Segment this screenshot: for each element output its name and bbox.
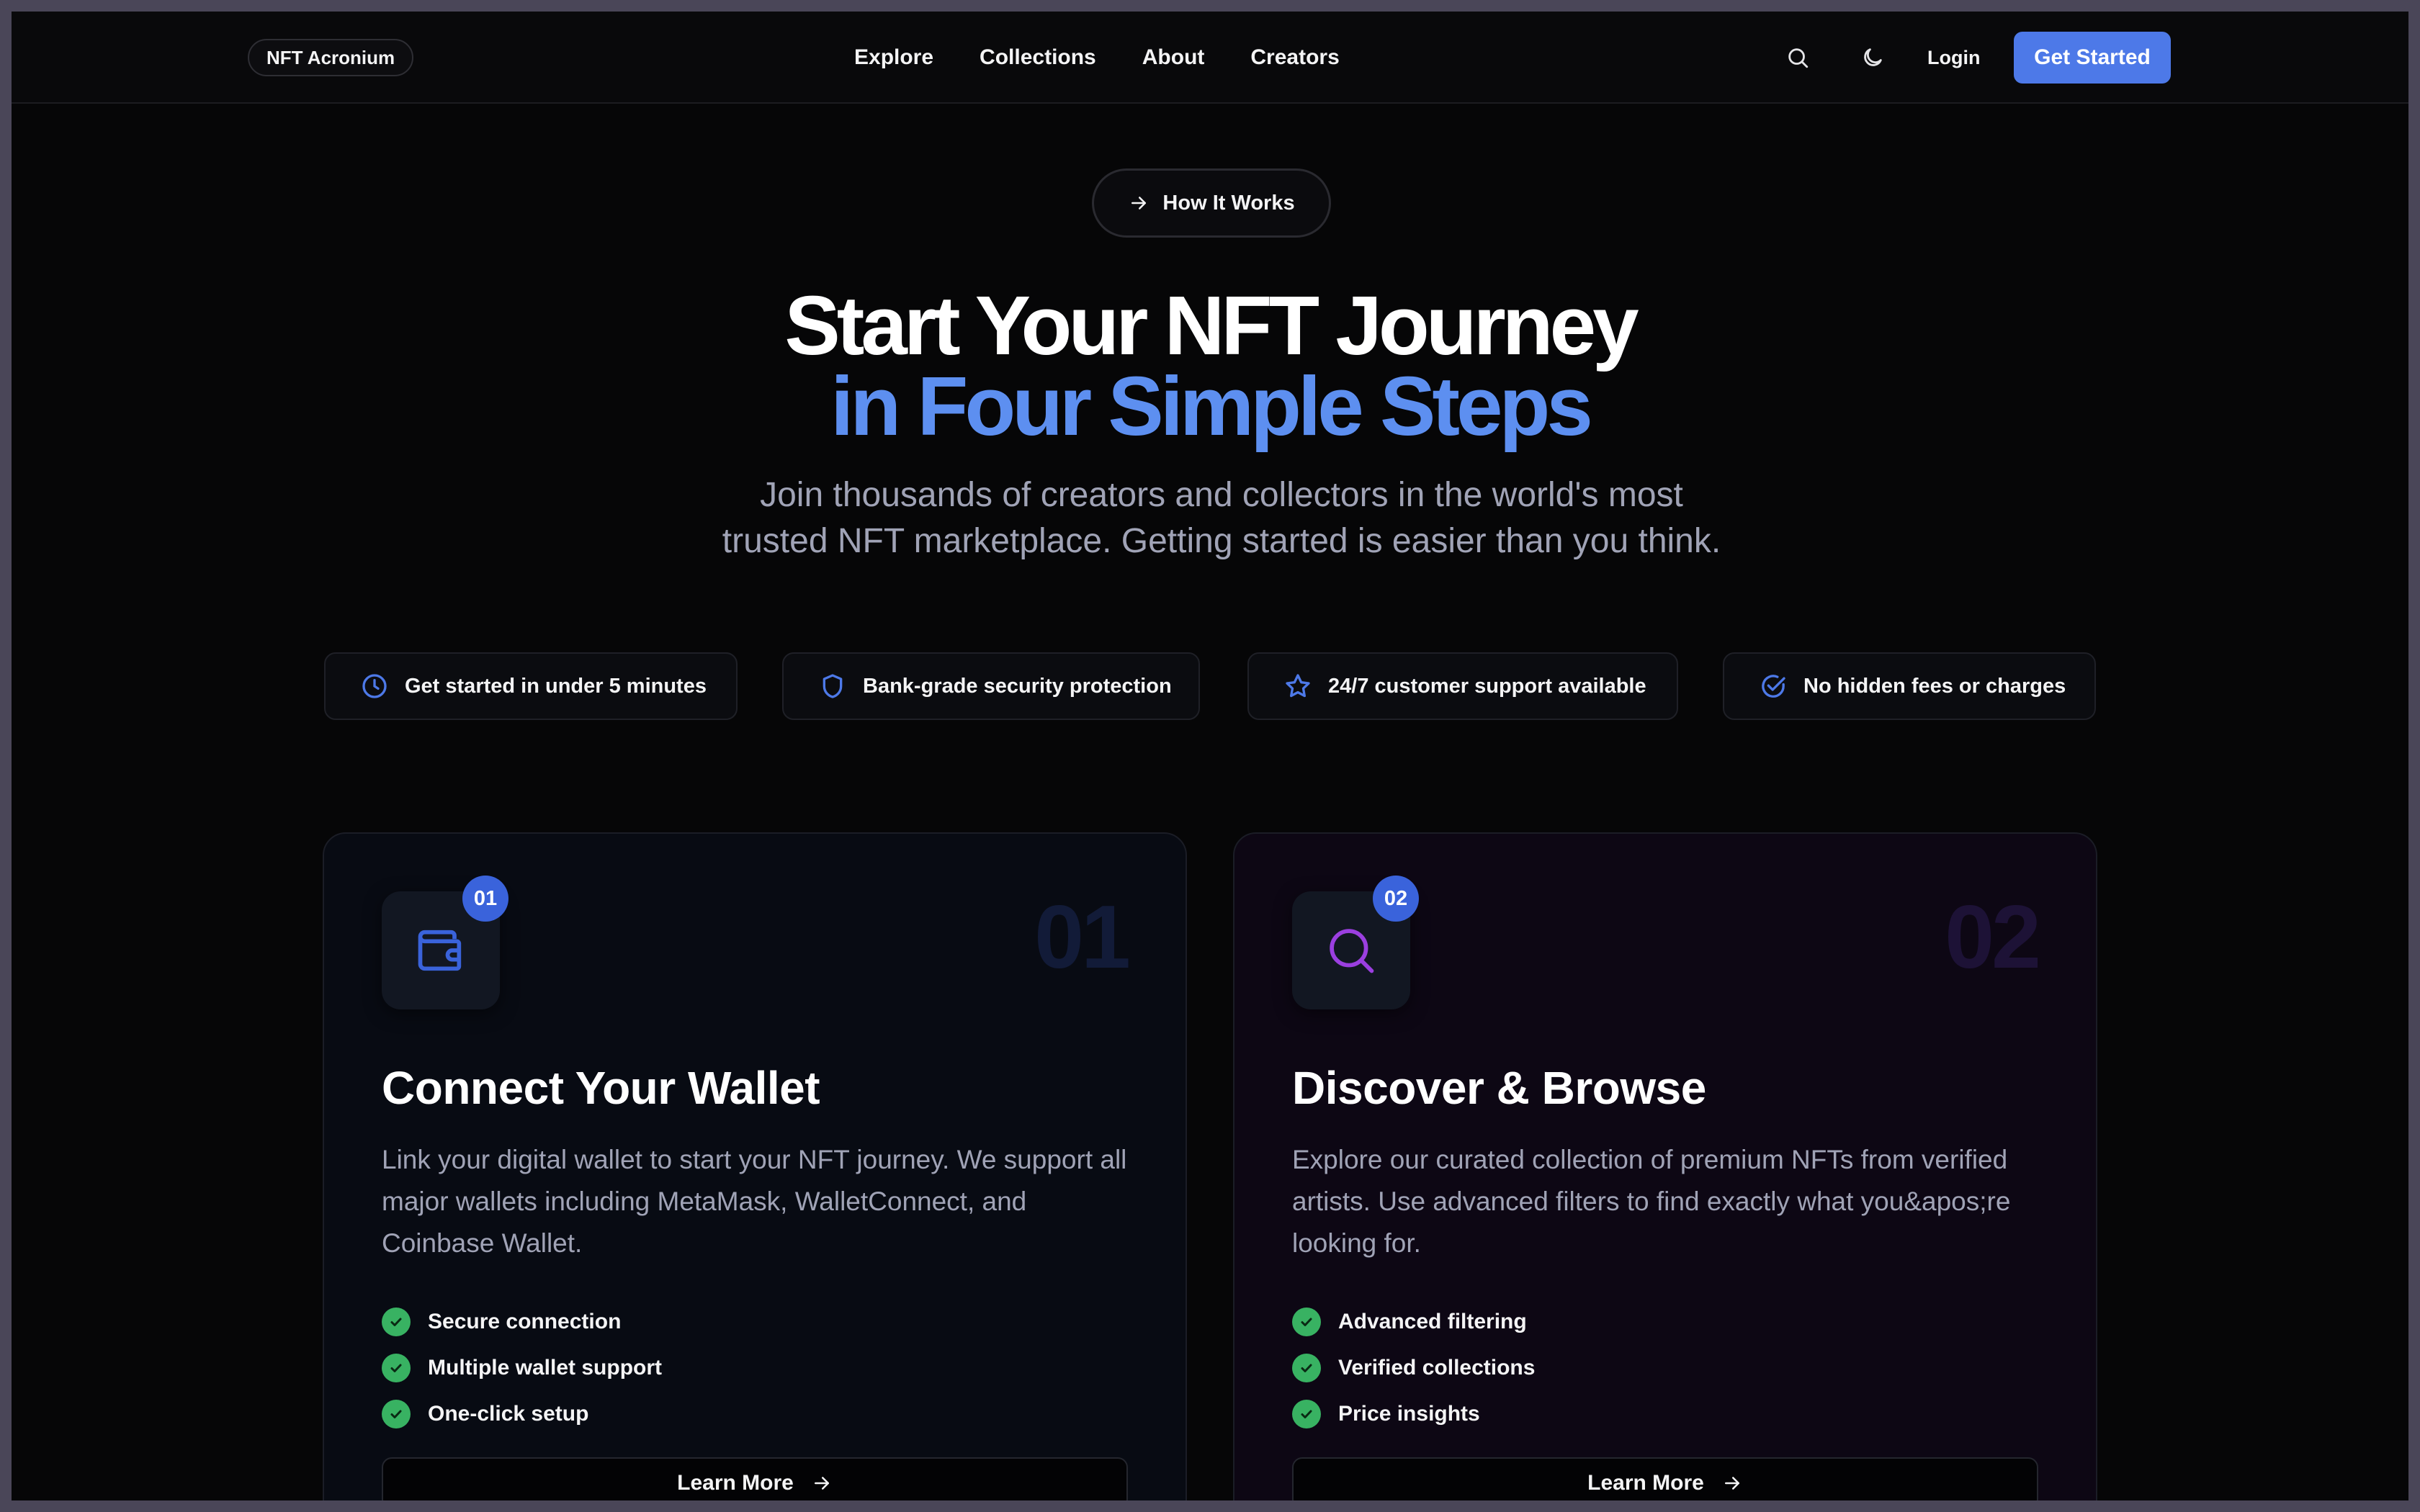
star-icon [1286, 674, 1310, 698]
shield-icon [823, 674, 843, 698]
step-title: Discover & Browse [1292, 1062, 1706, 1114]
clock-icon [362, 674, 387, 698]
pill-label: How It Works [1162, 191, 1295, 215]
check-label: Advanced filtering [1338, 1310, 1527, 1333]
arrow-right-icon [1131, 197, 1147, 210]
hero-subtitle-line2: trusted NFT marketplace. Getting started… [722, 522, 1721, 560]
nav-link-collections[interactable]: Collections [980, 45, 1096, 70]
list-item: Verified collections [1292, 1345, 1535, 1391]
navbar: NFT Acronium Explore Collections About C… [12, 12, 2408, 104]
check-icon [1292, 1354, 1321, 1382]
brand-logo[interactable]: NFT Acronium [248, 39, 414, 76]
step-badge: 02 [1373, 876, 1419, 922]
search-icon[interactable] [1783, 43, 1812, 72]
hero-title-line2: in Four Simple Steps [830, 359, 1593, 453]
list-item: Multiple wallet support [382, 1345, 662, 1391]
step-card-discover-browse: 02 02 Discover & Browse Explore our cura… [1233, 832, 2097, 1500]
learn-more-label: Learn More [1587, 1471, 1704, 1495]
check-icon [1292, 1308, 1321, 1336]
check-icon [382, 1400, 411, 1428]
list-item: One-click setup [382, 1391, 662, 1437]
arrow-right-icon [814, 1477, 829, 1490]
hero-subtitle-line1: Join thousands of creators and collector… [760, 476, 1683, 514]
step-badge: 01 [462, 876, 508, 922]
list-item: Secure connection [382, 1299, 662, 1345]
wallet-icon [418, 930, 462, 971]
moon-icon[interactable] [1858, 43, 1887, 72]
get-started-button[interactable]: Get Started [2014, 32, 2171, 84]
check-icon [382, 1308, 411, 1336]
how-it-works-pill[interactable]: How It Works [1092, 168, 1331, 238]
step-card-connect-wallet: 01 01 Connect Your Wallet Link your digi… [323, 832, 1187, 1500]
feature-chip-label: No hidden fees or charges [1803, 674, 2066, 698]
feature-chip-label: 24/7 customer support available [1328, 674, 1646, 698]
learn-more-label: Learn More [677, 1471, 794, 1495]
list-item: Advanced filtering [1292, 1299, 1535, 1345]
feature-chip-fees: No hidden fees or charges [1723, 652, 2096, 720]
check-label: Verified collections [1338, 1356, 1536, 1380]
arrow-right-icon [1724, 1477, 1739, 1490]
search-icon [1330, 929, 1374, 973]
login-button[interactable]: Login [1927, 12, 1980, 104]
step-description: Link your digital wallet to start your N… [382, 1145, 1127, 1258]
learn-more-button[interactable]: Learn More [1292, 1457, 2038, 1500]
step-title: Connect Your Wallet [382, 1062, 820, 1114]
feature-chip-support: 24/7 customer support available [1247, 652, 1678, 720]
step-check-list: Advanced filtering Verified collections … [1292, 1299, 1535, 1437]
nav-link-creators[interactable]: Creators [1250, 45, 1339, 70]
step-number: 02 [1945, 888, 2041, 987]
step-check-list: Secure connection Multiple wallet suppor… [382, 1299, 662, 1437]
step-description: Explore our curated collection of premiu… [1292, 1145, 2011, 1258]
app-frame: NFT Acronium Explore Collections About C… [12, 12, 2408, 1500]
check-label: Price insights [1338, 1402, 1480, 1426]
step-number: 01 [1034, 888, 1131, 987]
nav-links: Explore Collections About Creators [854, 12, 1340, 104]
hero-subtitle: Join thousands of creators and collector… [645, 472, 1798, 564]
feature-chip-speed: Get started in under 5 minutes [324, 652, 738, 720]
feature-chip-label: Get started in under 5 minutes [405, 674, 707, 698]
check-label: Multiple wallet support [428, 1356, 663, 1380]
feature-chip-label: Bank-grade security protection [863, 674, 1172, 698]
hero-title-line1: Start Your NFT Journey [784, 279, 1639, 372]
check-label: One-click setup [428, 1402, 589, 1426]
list-item: Price insights [1292, 1391, 1535, 1437]
nav-link-explore[interactable]: Explore [854, 45, 933, 70]
check-icon [382, 1354, 411, 1382]
learn-more-button[interactable]: Learn More [382, 1457, 1128, 1500]
nav-link-about[interactable]: About [1142, 45, 1205, 70]
check-icon [1292, 1400, 1321, 1428]
check-circle-icon [1762, 675, 1785, 698]
feature-chip-security: Bank-grade security protection [782, 652, 1200, 720]
check-label: Secure connection [428, 1310, 622, 1333]
